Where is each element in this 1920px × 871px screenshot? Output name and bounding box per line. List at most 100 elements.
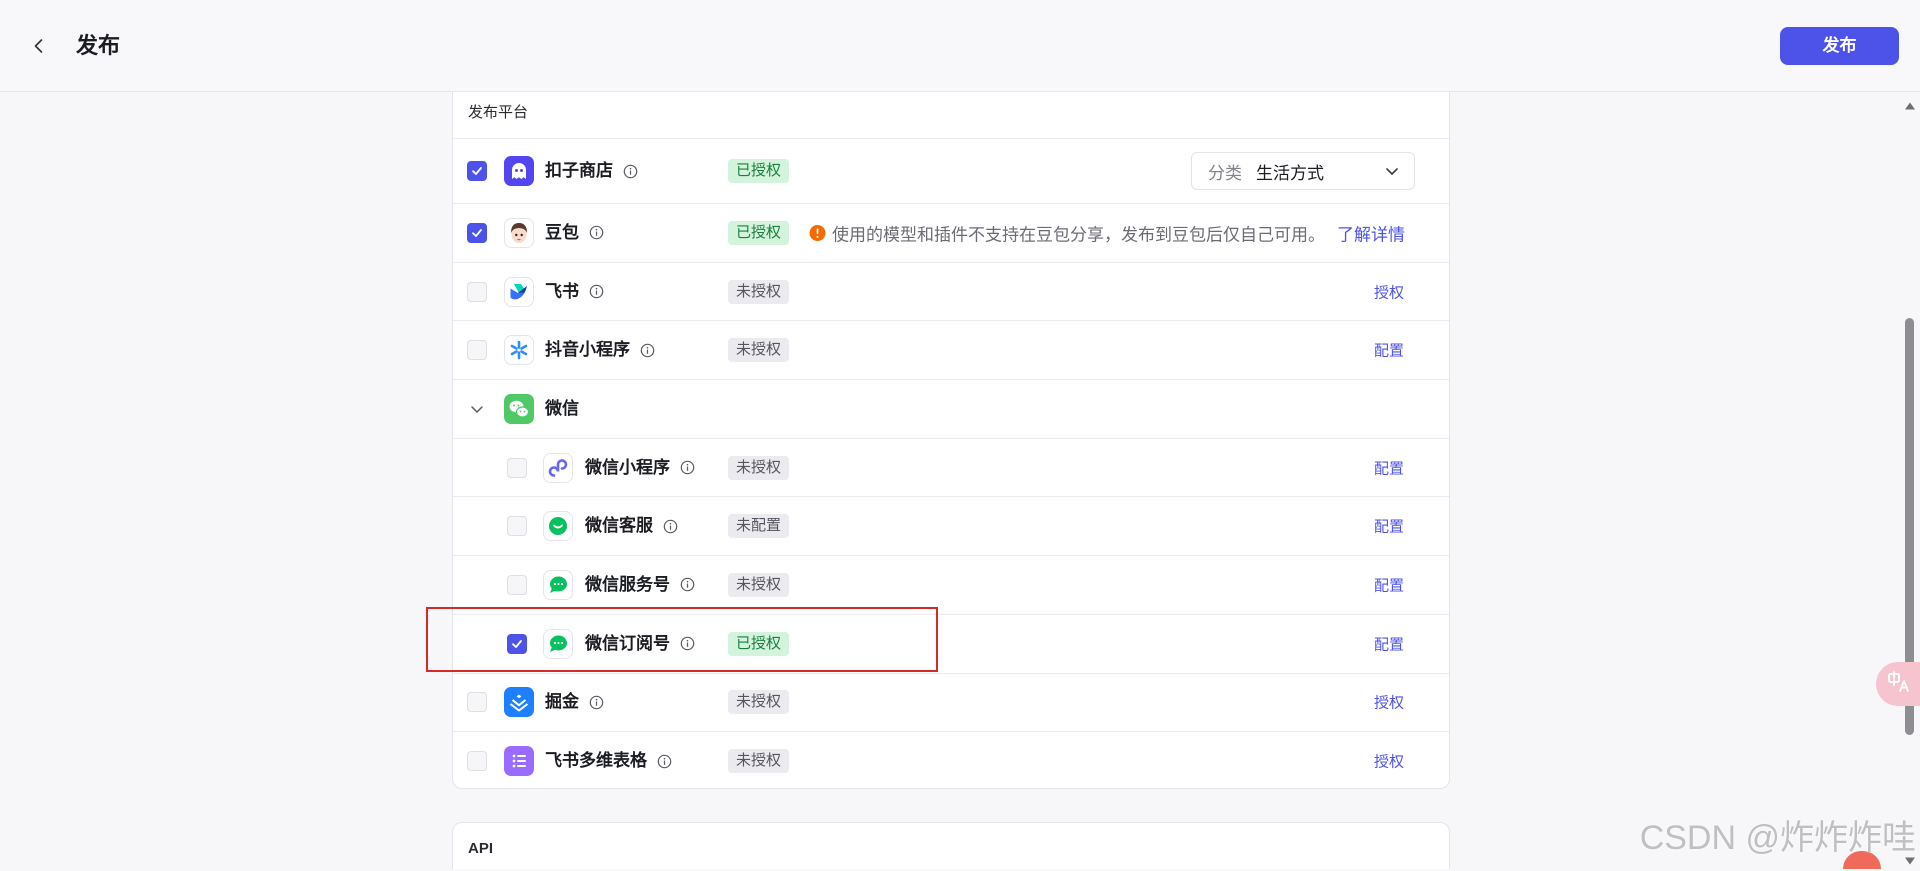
platform-name: 微信小程序 (585, 457, 670, 477)
platform-row-wechat-customer-service: 微信客服 未配置 配置 (453, 496, 1449, 555)
info-icon[interactable] (589, 284, 604, 299)
authorize-link[interactable]: 授权 (1374, 281, 1404, 302)
api-card: API (452, 822, 1450, 869)
authorize-link[interactable]: 授权 (1374, 751, 1404, 772)
platform-row-wechat-mini-program: 微信小程序 未授权 配置 (453, 437, 1449, 497)
platform-row-feishu: 飞书 未授权 授权 (453, 261, 1449, 321)
info-icon[interactable] (623, 164, 638, 179)
configure-link[interactable]: 配置 (1374, 457, 1404, 478)
platform-name-group: 微信客服 (585, 515, 678, 537)
wechat-customer-service-icon (543, 511, 573, 542)
platform-name-group: 飞书 (545, 281, 604, 303)
feishu-bitable-icon (504, 746, 534, 777)
section-title: 发布平台 (468, 104, 529, 121)
info-icon[interactable] (680, 636, 695, 651)
wechat-mini-program-icon (543, 452, 573, 483)
category-label: 分类 (1208, 163, 1242, 183)
platform-group-name: 微信 (545, 398, 579, 418)
status-badge: 未授权 (728, 572, 790, 597)
top-bar: 发布 发布 (0, 0, 1920, 92)
configure-link[interactable]: 配置 (1374, 574, 1404, 595)
translate-icon (1886, 669, 1912, 700)
configure-link[interactable]: 配置 (1374, 516, 1404, 537)
wechat-mini-program-checkbox[interactable] (507, 457, 527, 478)
floating-avatar[interactable] (1843, 851, 1881, 869)
platform-name: 微信服务号 (585, 574, 670, 594)
info-icon[interactable] (657, 754, 672, 769)
douyin-mini-program-icon (504, 335, 534, 366)
platform-name-group: 微信服务号 (585, 574, 695, 596)
wechat-service-account-checkbox[interactable] (507, 574, 527, 595)
warning-text: 使用的模型和插件不支持在豆包分享，发布到豆包后仅自己可用。 (832, 225, 1325, 245)
platform-name-group: 微信 (545, 398, 579, 420)
wechat-customer-service-checkbox[interactable] (507, 516, 527, 537)
platform-name: 飞书多维表格 (545, 751, 647, 771)
learn-more-link[interactable]: 了解详情 (1337, 220, 1405, 245)
page-title: 发布 (76, 33, 121, 58)
status-badge: 未授权 (728, 455, 790, 480)
juejin-icon (504, 687, 534, 718)
status-badge: 未授权 (728, 338, 790, 363)
info-icon[interactable] (680, 460, 695, 475)
status-badge: 已授权 (728, 631, 790, 656)
category-value: 生活方式 (1256, 163, 1324, 183)
coze-store-checkbox[interactable] (467, 161, 487, 181)
platform-name-group: 掘金 (545, 691, 604, 713)
info-icon[interactable] (663, 519, 678, 534)
platform-name: 掘金 (545, 692, 579, 712)
wechat-icon (504, 393, 534, 424)
feishu-checkbox[interactable] (467, 281, 487, 302)
configure-link[interactable]: 配置 (1374, 340, 1404, 361)
platform-name: 飞书 (545, 281, 579, 301)
info-icon[interactable] (680, 577, 695, 592)
feishu-bitable-checkbox[interactable] (467, 751, 487, 772)
status-badge: 未授权 (728, 279, 790, 304)
scroll-up-arrow-icon[interactable] (1904, 98, 1916, 110)
platform-name-group: 扣子商店 (545, 160, 638, 182)
platform-name: 微信订阅号 (585, 633, 670, 653)
platform-row-feishu-bitable: 飞书多维表格 未授权 授权 (453, 731, 1449, 790)
api-section-title: API (468, 840, 494, 857)
chevron-down-icon[interactable] (469, 401, 485, 417)
platform-name-group: 豆包 (545, 222, 604, 244)
doubao-warning: 使用的模型和插件不支持在豆包分享，发布到豆包后仅自己可用。 了解详情 (809, 220, 1405, 245)
platform-row-juejin: 掘金 未授权 授权 (453, 672, 1449, 732)
chevron-down-icon (1384, 163, 1400, 179)
wechat-service-account-icon (543, 569, 573, 600)
platform-name-group: 微信订阅号 (585, 633, 695, 655)
doubao-icon (504, 217, 534, 248)
platform-name: 微信客服 (585, 516, 653, 536)
platform-row-doubao: 豆包 已授权 使用的模型和插件不支持在豆包分享，发布到豆包后仅自己可用。 了解详… (453, 203, 1449, 262)
feishu-icon (504, 276, 534, 307)
juejin-checkbox[interactable] (467, 692, 487, 713)
info-icon[interactable] (589, 695, 604, 710)
publish-platforms-card: 发布平台 扣子商店 已授权 分类 生活方式 豆包 已授权 使用的模型和插件不支持… (452, 84, 1450, 789)
platform-name-group: 抖音小程序 (545, 339, 655, 361)
douyin-mini-program-checkbox[interactable] (467, 340, 487, 361)
doubao-checkbox[interactable] (467, 222, 487, 243)
scroll-down-arrow-icon[interactable] (1904, 853, 1916, 865)
status-badge: 已授权 (728, 220, 790, 245)
chevron-left-icon[interactable] (30, 37, 48, 55)
configure-link[interactable]: 配置 (1374, 633, 1404, 654)
warning-icon (809, 224, 826, 241)
platform-row-coze-store: 扣子商店 已授权 分类 生活方式 (453, 138, 1449, 203)
platform-row-douyin-mini-program: 抖音小程序 未授权 配置 (453, 320, 1449, 379)
info-icon[interactable] (640, 343, 655, 358)
platform-name: 抖音小程序 (545, 340, 630, 360)
status-badge: 已授权 (728, 159, 790, 183)
platform-name-group: 飞书多维表格 (545, 750, 672, 772)
translate-button[interactable] (1876, 662, 1920, 706)
platform-name: 豆包 (545, 222, 579, 242)
platform-list: 扣子商店 已授权 分类 生活方式 豆包 已授权 使用的模型和插件不支持在豆包分享… (453, 138, 1449, 790)
status-badge: 未配置 (728, 514, 790, 539)
authorize-link[interactable]: 授权 (1374, 692, 1404, 713)
status-badge: 未授权 (728, 749, 790, 774)
wechat-subscription-account-checkbox[interactable] (507, 633, 527, 654)
platform-group-wechat[interactable]: 微信 (453, 379, 1449, 438)
publish-button[interactable]: 发布 (1780, 27, 1899, 65)
platform-row-wechat-subscription-account: 微信订阅号 已授权 配置 (453, 613, 1449, 673)
category-select[interactable]: 分类 生活方式 (1191, 152, 1415, 190)
info-icon[interactable] (589, 225, 604, 240)
wechat-subscription-account-icon (543, 628, 573, 659)
